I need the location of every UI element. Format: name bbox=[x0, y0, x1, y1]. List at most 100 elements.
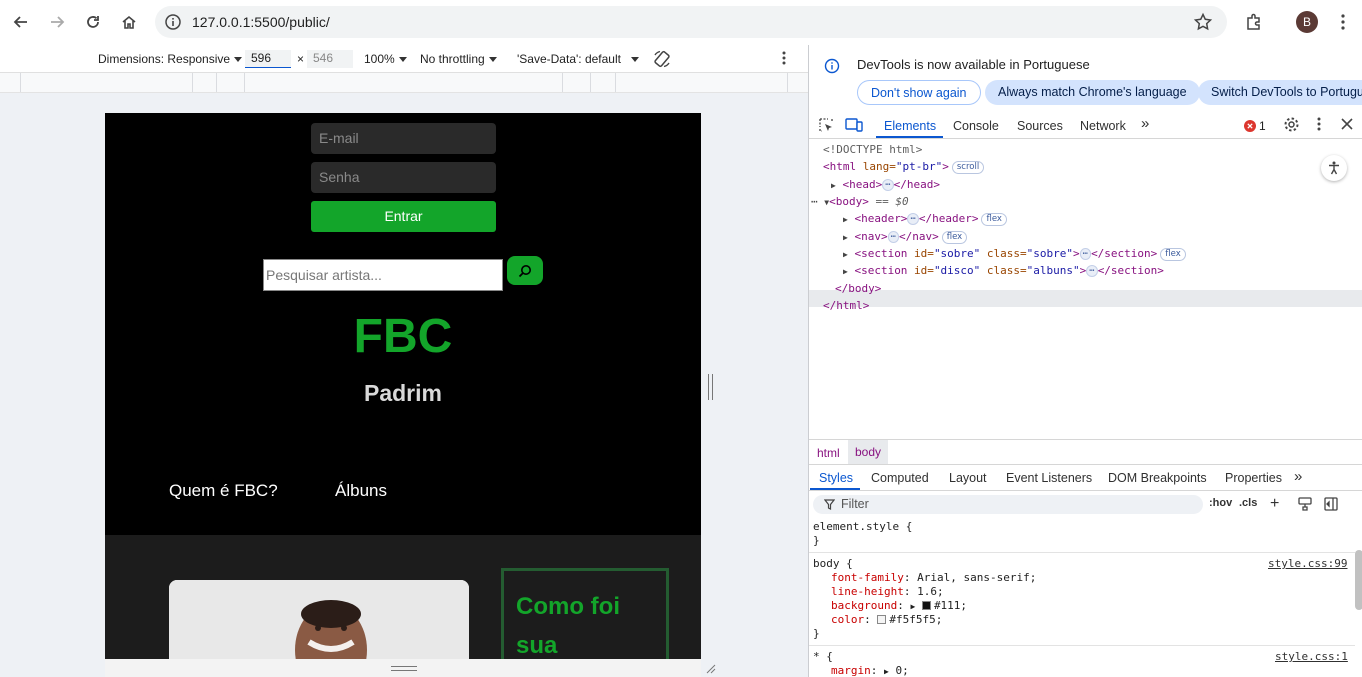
artist-photo bbox=[169, 580, 469, 659]
tab-dom-breakpoints[interactable]: DOM Breakpoints bbox=[1108, 471, 1207, 485]
tab-network[interactable]: Network bbox=[1080, 119, 1126, 133]
breadcrumb: html body bbox=[809, 439, 1362, 465]
css-prop-color[interactable]: color: #f5f5f5; bbox=[831, 613, 942, 627]
save-data-dropdown[interactable]: 'Save-Data': default bbox=[517, 52, 639, 66]
styles-filter-input[interactable]: Filter bbox=[813, 495, 1203, 514]
tab-sources[interactable]: Sources bbox=[1017, 119, 1063, 133]
home-icon[interactable] bbox=[115, 8, 143, 36]
device-toggle-icon[interactable] bbox=[845, 117, 863, 136]
dom-section-disco-node[interactable]: ▶ <section id="disco" class="albuns"> ⋯ </… bbox=[843, 262, 1164, 279]
tab-event-listeners[interactable]: Event Listeners bbox=[1006, 471, 1092, 485]
about-card-title: Como foi sua bbox=[516, 593, 620, 659]
login-button[interactable]: Entrar bbox=[311, 201, 496, 232]
artist-search-input[interactable]: Pesquisar artista... bbox=[263, 259, 503, 291]
active-style-tab-indicator bbox=[810, 488, 860, 490]
dom-section-sobre-node[interactable]: ▶ <section id="sobre" class="sobre"> ⋯ </s… bbox=[843, 245, 1186, 262]
site-subtitle: Padrim bbox=[364, 380, 442, 406]
always-match-language-button[interactable]: Always match Chrome's language bbox=[985, 80, 1200, 105]
viewport-resize-handle-bottom[interactable] bbox=[391, 666, 417, 671]
chrome-menu-icon[interactable] bbox=[1329, 8, 1357, 36]
back-arrow-icon[interactable] bbox=[7, 8, 35, 36]
tab-console[interactable]: Console bbox=[953, 119, 999, 133]
star-rule-source-link[interactable]: style.css:1 bbox=[1275, 650, 1348, 664]
body-rule-selector[interactable]: body { bbox=[813, 557, 853, 571]
css-prop-background[interactable]: background: ▶ #111; bbox=[831, 599, 967, 613]
breadcrumb-html[interactable]: html bbox=[817, 446, 840, 460]
star-rule-selector[interactable]: * { bbox=[813, 650, 833, 664]
dom-header-node[interactable]: ▶ <header> ⋯ </header> flex bbox=[843, 210, 1007, 227]
reload-icon[interactable] bbox=[79, 8, 107, 36]
css-prop-margin[interactable]: margin: ▶ 0; bbox=[831, 664, 909, 677]
rotate-icon[interactable] bbox=[652, 49, 672, 72]
dont-show-again-button[interactable]: Don't show again bbox=[857, 80, 981, 105]
breadcrumb-body[interactable]: body bbox=[848, 440, 889, 464]
dom-body-node[interactable]: ⋯ ▼<body> == $0 bbox=[811, 193, 909, 210]
times-sign: × bbox=[297, 52, 305, 66]
active-tab-indicator bbox=[876, 136, 943, 138]
extensions-icon[interactable] bbox=[1240, 8, 1268, 36]
color-format-icon[interactable] bbox=[1298, 497, 1312, 514]
dom-nav-node[interactable]: ▶ <nav> ⋯ </nav> flex bbox=[843, 228, 968, 245]
color-swatch-light[interactable] bbox=[877, 615, 887, 624]
height-input[interactable]: 546 bbox=[307, 50, 353, 68]
settings-gear-icon[interactable] bbox=[1283, 116, 1300, 136]
nav-link-albums[interactable]: Álbuns bbox=[335, 481, 387, 501]
about-section: Como foi sua bbox=[105, 535, 701, 659]
dom-head-node[interactable]: ▶ <head> ⋯ </head> bbox=[831, 176, 940, 193]
more-tabs-chevron-icon[interactable]: » bbox=[1141, 115, 1149, 132]
tab-layout[interactable]: Layout bbox=[949, 471, 987, 485]
error-icon bbox=[1244, 120, 1256, 132]
site-info-icon[interactable] bbox=[164, 13, 182, 31]
width-input[interactable]: 596 bbox=[245, 50, 291, 68]
accessibility-tree-toggle-icon[interactable] bbox=[1321, 155, 1347, 181]
devtools-more-icon[interactable] bbox=[1317, 117, 1321, 134]
dom-html-node[interactable]: <html lang="pt-br"> scroll bbox=[823, 158, 985, 175]
scroll-badge[interactable]: scroll bbox=[951, 160, 985, 174]
viewport-resize-corner-icon[interactable] bbox=[704, 662, 716, 674]
inspect-element-icon[interactable] bbox=[818, 117, 834, 136]
address-bar[interactable]: 127.0.0.1:5500/public/ bbox=[155, 6, 1227, 38]
site-brand-title: FBC bbox=[353, 310, 453, 363]
element-style-close: } bbox=[813, 534, 820, 547]
about-card: Como foi sua bbox=[501, 568, 669, 659]
new-rule-plus-icon[interactable]: + bbox=[1270, 495, 1279, 513]
info-icon bbox=[824, 58, 840, 77]
email-field[interactable]: E-mail bbox=[311, 123, 496, 154]
tab-elements[interactable]: Elements bbox=[884, 119, 936, 133]
tab-styles[interactable]: Styles bbox=[819, 471, 853, 485]
devtools-panel: DevTools is now available in Portuguese … bbox=[808, 45, 1362, 677]
tab-properties[interactable]: Properties bbox=[1225, 471, 1282, 485]
bookmark-star-icon[interactable] bbox=[1193, 12, 1213, 32]
hover-state-toggle[interactable]: :hov bbox=[1209, 497, 1232, 509]
profile-avatar[interactable]: B bbox=[1296, 11, 1318, 33]
zoom-dropdown[interactable]: 100% bbox=[364, 52, 407, 66]
element-style-selector[interactable]: element.style { bbox=[813, 520, 912, 534]
password-field[interactable]: Senha bbox=[311, 162, 496, 193]
error-counter[interactable]: 1 bbox=[1244, 119, 1266, 133]
body-rule-source-link[interactable]: style.css:99 bbox=[1268, 557, 1347, 571]
search-icon bbox=[518, 264, 531, 277]
nav-link-about[interactable]: Quem é FBC? bbox=[169, 481, 278, 501]
css-prop-font-family[interactable]: font-family: Arial, sans-serif; bbox=[831, 571, 1036, 585]
switch-language-button[interactable]: Switch DevTools to Portuguese bbox=[1198, 80, 1362, 105]
search-button[interactable] bbox=[507, 256, 543, 285]
css-rules-pane: element.style { } body { style.css:99 fo… bbox=[809, 517, 1355, 677]
css-prop-line-height[interactable]: line-height: 1.6; bbox=[831, 585, 944, 599]
styles-tabbar: Styles Computed Layout Event Listeners D… bbox=[809, 465, 1362, 491]
styles-scrollbar[interactable] bbox=[1355, 550, 1362, 610]
dimensions-dropdown[interactable]: Dimensions: Responsive bbox=[98, 52, 243, 66]
close-devtools-icon[interactable] bbox=[1340, 117, 1354, 134]
viewport-resize-handle-right[interactable] bbox=[708, 374, 713, 400]
toggle-sidebar-icon[interactable] bbox=[1324, 497, 1338, 514]
class-toggle[interactable]: .cls bbox=[1239, 497, 1257, 509]
tab-computed[interactable]: Computed bbox=[871, 471, 929, 485]
throttling-dropdown[interactable]: No throttling bbox=[420, 52, 497, 66]
color-swatch-dark[interactable] bbox=[921, 601, 931, 610]
emulated-page: E-mail Senha Entrar Pesquisar artista...… bbox=[105, 113, 701, 659]
media-query-ruler[interactable] bbox=[0, 73, 808, 93]
device-toolbar-more-icon[interactable] bbox=[782, 51, 786, 68]
forward-arrow-icon[interactable] bbox=[43, 8, 71, 36]
filter-funnel-icon bbox=[823, 499, 836, 513]
language-notice-text: DevTools is now available in Portuguese bbox=[857, 57, 1090, 72]
more-style-tabs-chevron-icon[interactable]: » bbox=[1294, 468, 1302, 485]
